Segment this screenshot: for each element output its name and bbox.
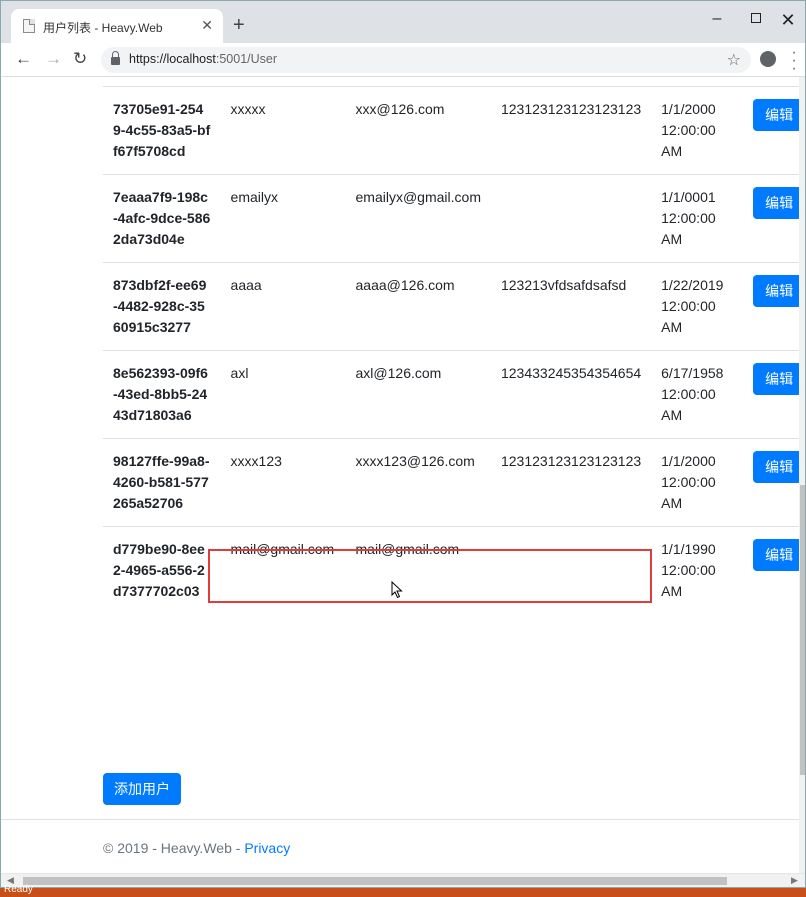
edit-button[interactable]: 编辑 bbox=[753, 187, 805, 219]
highlight-box bbox=[208, 549, 652, 603]
table-row: a76d- f4cca91ee0fa AM bbox=[103, 77, 805, 87]
user-phone-cell bbox=[491, 77, 651, 87]
user-email-cell: xxx@126.com bbox=[345, 86, 491, 175]
user-date-cell: AM bbox=[651, 77, 743, 87]
user-phone-cell: 123433245354354654 bbox=[490, 350, 652, 439]
user-id-cell: 873dbf2f-ee69-4482-928c-3560915c3277 bbox=[103, 262, 221, 351]
user-email-cell: xxxx123@126.com bbox=[345, 438, 491, 527]
minimize-icon[interactable]: – bbox=[702, 10, 732, 28]
maximize-icon[interactable] bbox=[741, 10, 771, 28]
user-email-cell: aaaa@126.com bbox=[345, 262, 491, 351]
user-id-cell: d779be90-8ee2-4965-a556-2d7377702c03 bbox=[103, 526, 221, 614]
table-row: 873dbf2f-ee69-4482-928c-3560915c3277 aaaa… bbox=[103, 262, 805, 351]
address-bar[interactable]: https://localhost:5001/User ☆ bbox=[101, 47, 751, 73]
user-id-cell: 98127ffe-99a8-4260-b581-577265a52706 bbox=[103, 438, 221, 527]
close-window-icon[interactable]: ✕ bbox=[773, 10, 803, 31]
edit-button[interactable]: 编辑 bbox=[753, 451, 805, 483]
actions-cell: 编辑 bbox=[743, 526, 805, 614]
horizontal-scrollbar[interactable]: ◀ ▶ bbox=[1, 873, 805, 887]
user-phone-cell bbox=[490, 174, 652, 263]
close-tab-icon[interactable]: ✕ bbox=[201, 17, 213, 33]
back-arrow-icon[interactable]: ← bbox=[15, 49, 32, 69]
user-name-cell: axl bbox=[220, 350, 346, 439]
edit-button[interactable]: 编辑 bbox=[753, 275, 805, 307]
edit-button[interactable]: 编辑 bbox=[753, 539, 805, 571]
user-date-cell: 1/1/2000 12:00:00 AM bbox=[651, 438, 744, 527]
actions-cell: 编辑 bbox=[743, 86, 805, 175]
page-content: a76d- f4cca91ee0faAM73705e91-2549-4c55-8… bbox=[1, 77, 805, 875]
tab-title: 用户列表 - Heavy.Web bbox=[43, 21, 163, 35]
url-text[interactable]: https://localhost:5001/User bbox=[129, 52, 277, 66]
user-email-cell: emailyx@gmail.com bbox=[345, 174, 491, 263]
user-id-cell: a76d- f4cca91ee0fa bbox=[103, 77, 221, 87]
table-row: 98127ffe-99a8-4260-b581-577265a52706 xxxx… bbox=[103, 438, 805, 527]
user-name-cell: emailyx bbox=[220, 174, 346, 263]
user-date-cell: 1/1/0001 12:00:00 AM bbox=[651, 174, 744, 263]
user-id-cell: 7eaaa7f9-198c-4afc-9dce-5862da73d04e bbox=[103, 174, 221, 263]
lock-icon bbox=[111, 51, 120, 65]
browser-tab[interactable]: 用户列表 - Heavy.Web ✕ bbox=[11, 9, 223, 43]
user-date-cell: 1/1/1990 12:00:00 AM bbox=[651, 526, 744, 614]
user-id-cell: 73705e91-2549-4c55-83a5-bff67f5708cd bbox=[103, 86, 221, 175]
actions-cell: 编辑 bbox=[743, 350, 805, 439]
browser-window: 用户列表 - Heavy.Web ✕ + – ✕ ← → ↻ https://l… bbox=[0, 0, 806, 888]
browser-toolbar: ← → ↻ https://localhost:5001/User ☆ · · · bbox=[1, 43, 805, 77]
status-bar: Ready bbox=[0, 884, 806, 897]
users-table: a76d- f4cca91ee0faAM73705e91-2549-4c55-8… bbox=[103, 77, 805, 614]
user-name-cell bbox=[221, 77, 346, 87]
table-row: 73705e91-2549-4c55-83a5-bff67f5708cd xxxx… bbox=[103, 86, 805, 175]
user-name-cell: xxxxx bbox=[220, 86, 346, 175]
forward-arrow-icon[interactable]: → bbox=[45, 49, 62, 69]
user-email-cell: axl@126.com bbox=[345, 350, 491, 439]
user-email-cell bbox=[346, 77, 491, 87]
user-id-cell: 8e562393-09f6-43ed-8bb5-2443d71803a6 bbox=[103, 350, 221, 439]
page-footer: © 2019 - Heavy.Web - Privacy bbox=[1, 819, 805, 875]
actions-cell bbox=[743, 77, 805, 87]
actions-cell: 编辑 bbox=[743, 262, 805, 351]
footer-text: © 2019 - Heavy.Web - Privacy bbox=[103, 840, 291, 856]
user-name-cell: aaaa bbox=[220, 262, 346, 351]
add-user-button[interactable]: 添加用户 bbox=[103, 773, 181, 805]
vertical-scrollbar[interactable] bbox=[799, 77, 805, 875]
horizontal-scroll-thumb[interactable] bbox=[23, 877, 727, 885]
actions-cell: 编辑 bbox=[743, 438, 805, 527]
edit-button[interactable]: 编辑 bbox=[753, 99, 805, 131]
table-row: 7eaaa7f9-198c-4afc-9dce-5862da73d04e emai… bbox=[103, 174, 805, 263]
actions-cell: 编辑 bbox=[743, 174, 805, 263]
table-row: 8e562393-09f6-43ed-8bb5-2443d71803a6 axl a… bbox=[103, 350, 805, 439]
privacy-link[interactable]: Privacy bbox=[244, 840, 290, 856]
reload-icon[interactable]: ↻ bbox=[73, 49, 87, 69]
bookmark-star-icon[interactable]: ☆ bbox=[727, 50, 741, 70]
menu-dots-icon[interactable]: · · · bbox=[791, 45, 797, 77]
new-tab-button[interactable]: + bbox=[233, 15, 245, 35]
user-phone-cell: 123123123123123123 bbox=[490, 438, 652, 527]
scroll-right-icon[interactable]: ▶ bbox=[791, 875, 798, 886]
user-phone-cell: 123123123123123123 bbox=[490, 86, 652, 175]
user-phone-cell: 123213vfdsafdsafsd bbox=[490, 262, 652, 351]
profile-avatar-icon[interactable] bbox=[760, 51, 776, 67]
user-date-cell: 6/17/1958 12:00:00 AM bbox=[651, 350, 744, 439]
tab-strip: 用户列表 - Heavy.Web ✕ + – ✕ bbox=[1, 1, 805, 43]
user-date-cell: 1/22/2019 12:00:00 AM bbox=[651, 262, 744, 351]
page-icon bbox=[23, 19, 35, 33]
edit-button[interactable]: 编辑 bbox=[753, 363, 805, 395]
user-date-cell: 1/1/2000 12:00:00 AM bbox=[651, 86, 744, 175]
user-name-cell: xxxx123 bbox=[220, 438, 346, 527]
status-text: Ready bbox=[4, 884, 33, 895]
vertical-scroll-thumb[interactable] bbox=[800, 485, 805, 775]
mouse-cursor-icon bbox=[391, 581, 403, 599]
